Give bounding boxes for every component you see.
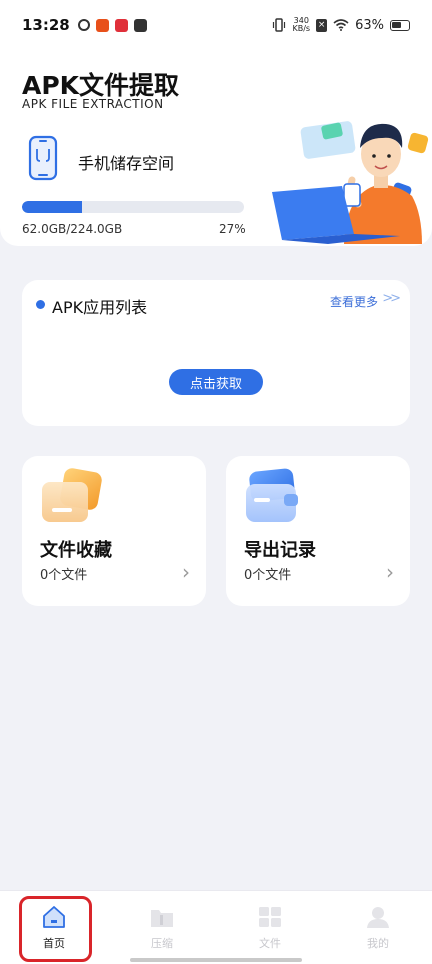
header-card: APK文件提取 APK FILE EXTRACTION 手机储存空间 62.0G… [0,50,432,246]
phone-icon [28,135,58,181]
app-notification-icon [77,19,90,31]
status-right: 340 KB/s × 63% [272,17,410,33]
apk-list-card: APK应用列表 查看更多 >> 点击获取 [22,280,410,426]
section-dot [36,300,45,309]
network-speed-unit: KB/s [292,24,311,33]
nav-mine-label: 我的 [367,937,389,950]
storage-progress-fill [22,201,82,213]
export-records-title: 导出记录 [244,540,316,561]
nav-files-label: 文件 [259,937,281,950]
vibrate-icon [273,18,286,32]
status-time: 13:28 [22,16,70,34]
nav-compress[interactable]: 压缩 [108,891,216,964]
status-bar: 13:28 340 KB/s × 63% [0,0,432,50]
storage-label: 手机储存空间 [78,154,175,173]
folder-favorites-icon [42,468,102,522]
export-records-count: 0个文件 [244,568,292,583]
export-records-card[interactable]: 导出记录 0个文件 › [226,456,410,606]
no-sim-icon: × [316,18,328,32]
chat-app-icon [133,18,147,32]
nav-home-highlight-box [19,896,92,962]
status-left: 13:28 [22,16,147,34]
double-chevron-right-icon[interactable]: >> [382,291,401,306]
file-favorites-count: 0个文件 [40,568,88,583]
wifi-icon [333,19,349,31]
apk-list-title: APK应用列表 [52,298,148,317]
wallet-export-icon [246,468,298,522]
nav-mine[interactable]: 我的 [324,891,432,964]
storage-used-text: 62.0GB/224.0GB [22,222,123,236]
get-apk-button[interactable]: 点击获取 [169,369,263,395]
user-icon [367,907,389,928]
chevron-right-icon: › [386,560,394,584]
video-app-icon [114,18,128,32]
network-speed: 340 KB/s [292,17,310,33]
battery-percent: 63% [355,17,384,33]
storage-progress-bar [22,201,244,213]
shopping-app-icon [95,18,109,32]
man-with-laptop-illustration [272,121,429,244]
home-indicator [130,958,302,962]
app-subtitle: APK FILE EXTRACTION [22,97,164,111]
battery-icon [390,19,410,31]
file-favorites-title: 文件收藏 [40,540,112,561]
storage-percent-text: 27% [219,222,246,236]
nav-compress-label: 压缩 [151,937,173,950]
files-grid-icon [259,907,281,927]
see-more-link[interactable]: 查看更多 [330,293,378,310]
nav-files[interactable]: 文件 [216,891,324,964]
chevron-right-icon: › [182,560,190,584]
archive-icon [151,910,173,927]
file-favorites-card[interactable]: 文件收藏 0个文件 › [22,456,206,606]
